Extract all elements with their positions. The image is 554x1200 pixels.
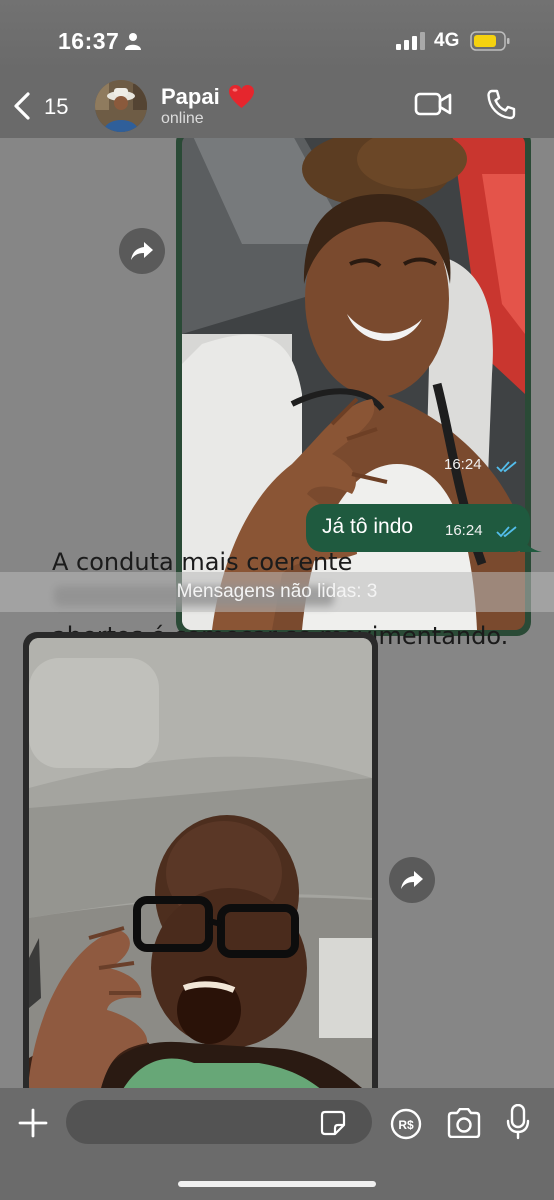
signal-icon: [396, 32, 425, 50]
plus-icon[interactable]: [18, 1108, 48, 1138]
back-unread-count[interactable]: 15: [44, 94, 68, 120]
network-label: 4G: [434, 30, 460, 51]
sticker-icon[interactable]: [320, 1110, 346, 1136]
message-text: Já tô indo: [322, 515, 414, 538]
chat-header: 15 Papai online: [0, 70, 554, 138]
forward-icon: [401, 871, 423, 889]
message-time: 16:24: [444, 456, 482, 473]
mic-icon[interactable]: [506, 1104, 530, 1140]
unread-banner-label: Mensagens não lidas: 3: [176, 581, 378, 602]
heart-icon: [229, 85, 254, 108]
outgoing-text-message[interactable]: Já tô indo 16:24: [306, 504, 530, 552]
status-time: 16:37: [58, 28, 120, 54]
svg-text:R$: R$: [398, 1118, 414, 1132]
read-ticks-icon: [496, 526, 517, 538]
message-time: 16:24: [445, 522, 483, 539]
forward-button[interactable]: [119, 228, 165, 274]
voice-call-icon[interactable]: [486, 88, 516, 120]
incoming-image-message[interactable]: [23, 632, 378, 1088]
battery-icon: [470, 31, 510, 51]
forward-button[interactable]: [389, 857, 435, 903]
avatar[interactable]: [95, 80, 147, 132]
back-icon[interactable]: [12, 92, 32, 120]
person-icon: [125, 33, 141, 50]
camera-icon[interactable]: [446, 1108, 482, 1138]
home-indicator: [178, 1181, 376, 1187]
unread-messages-banner: Mensagens não lidas: 3: [0, 572, 554, 612]
contact-name[interactable]: Papai: [161, 84, 220, 110]
forward-icon: [131, 242, 153, 260]
read-ticks-icon: [496, 461, 517, 473]
chat-body[interactable]: 16:24 Já tô indo 16:24 A conduta mais co…: [0, 138, 554, 1088]
payment-icon[interactable]: R$: [390, 1108, 422, 1140]
status-bar: 16:37 4G: [0, 0, 554, 70]
bubble-tail: [520, 534, 542, 552]
video-call-icon[interactable]: [414, 90, 452, 118]
contact-status: online: [161, 110, 204, 127]
incoming-photo[interactable]: [29, 638, 372, 1088]
input-bar: R$: [0, 1088, 554, 1200]
